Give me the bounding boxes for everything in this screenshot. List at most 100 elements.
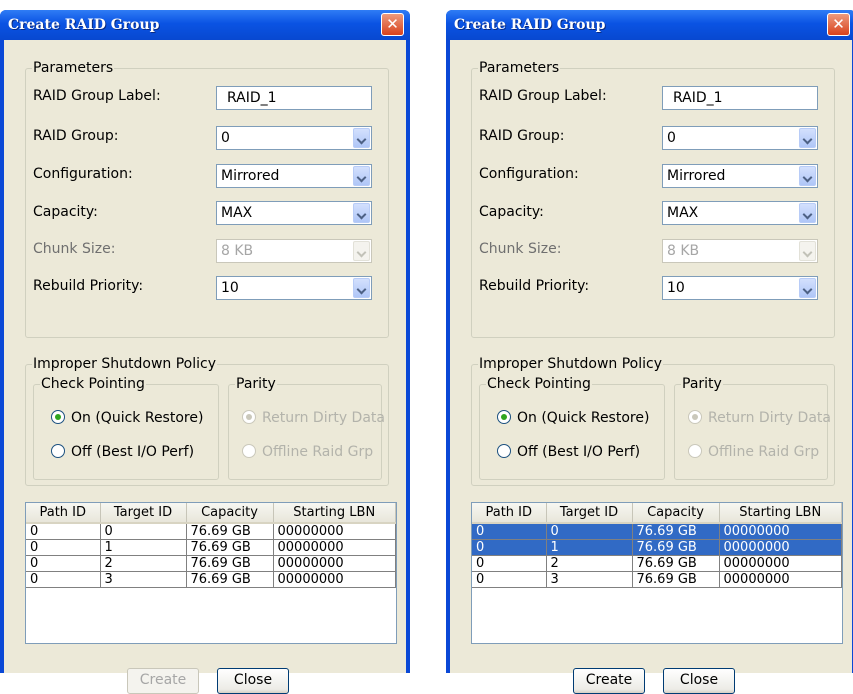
- table-cell: 0: [472, 539, 547, 556]
- table-cell: 76.69 GB: [186, 555, 274, 572]
- capacity-select[interactable]: MAX: [216, 201, 372, 225]
- configuration-value: Mirrored: [221, 168, 280, 184]
- chevron-down-icon[interactable]: [799, 278, 816, 298]
- chevron-down-icon[interactable]: [353, 128, 370, 148]
- parity-group: Parity: [674, 376, 828, 480]
- close-button[interactable]: Close: [663, 668, 735, 694]
- radio-icon: [242, 444, 256, 458]
- raid-group-label-label: RAID Group Label:: [479, 88, 607, 104]
- configuration-select[interactable]: Mirrored: [662, 164, 818, 188]
- raid-group-label-input[interactable]: RAID_1: [216, 86, 372, 110]
- raid-group-value: 0: [221, 130, 230, 146]
- table-row[interactable]: 0 2 76.69 GB 00000000: [472, 555, 842, 572]
- raid-group-value: 0: [667, 130, 676, 146]
- create-button[interactable]: Create: [573, 668, 645, 694]
- rebuild-priority-value: 10: [221, 280, 239, 296]
- column-header-path-id[interactable]: Path ID: [472, 503, 547, 524]
- table-cell: 0: [100, 523, 187, 540]
- configuration-value: Mirrored: [667, 168, 726, 184]
- check-pointing-group: Check Pointing: [33, 376, 219, 480]
- table-cell: 00000000: [273, 539, 396, 556]
- shutdown-policy-legend: Improper Shutdown Policy: [33, 356, 216, 372]
- raid-group-select[interactable]: 0: [662, 126, 818, 150]
- column-header-starting-lbn[interactable]: Starting LBN: [719, 503, 842, 524]
- column-header-starting-lbn[interactable]: Starting LBN: [273, 503, 396, 524]
- table-cell: 76.69 GB: [186, 539, 274, 556]
- configuration-label: Configuration:: [33, 166, 133, 182]
- table-cell: 76.69 GB: [632, 555, 720, 572]
- table-cell: 00000000: [719, 571, 842, 588]
- table-cell: 0: [546, 523, 633, 540]
- radio-icon: [497, 444, 511, 458]
- shutdown-policy-legend: Improper Shutdown Policy: [479, 356, 662, 372]
- check-on-radio[interactable]: On (Quick Restore): [51, 410, 203, 426]
- table-row[interactable]: 0 1 76.69 GB 00000000: [26, 539, 396, 556]
- table-cell: 76.69 GB: [632, 571, 720, 588]
- rebuild-priority-label: Rebuild Priority:: [479, 278, 590, 294]
- table-cell: 0: [26, 539, 101, 556]
- radio-selected-icon: [497, 410, 511, 424]
- rebuild-priority-select[interactable]: 10: [662, 276, 818, 300]
- check-pointing-group: Check Pointing: [479, 376, 665, 480]
- table-cell: 76.69 GB: [186, 523, 274, 540]
- column-header-target-id[interactable]: Target ID: [100, 503, 187, 524]
- chunk-size-label: Chunk Size:: [33, 241, 116, 257]
- check-pointing-legend: Check Pointing: [487, 376, 591, 392]
- create-raid-group-dialog-2: Create RAID Group ✕ Parameters RAID Grou…: [446, 10, 853, 694]
- check-on-label: On (Quick Restore): [517, 410, 650, 426]
- table-row[interactable]: 0 3 76.69 GB 00000000: [26, 571, 396, 588]
- radio-icon: [51, 444, 65, 458]
- capacity-select[interactable]: MAX: [662, 201, 818, 225]
- chunk-size-label: Chunk Size:: [479, 241, 562, 257]
- table-row[interactable]: 0 0 76.69 GB 00000000: [472, 523, 842, 540]
- chevron-down-icon[interactable]: [353, 278, 370, 298]
- parameters-legend: Parameters: [479, 60, 560, 76]
- close-icon[interactable]: ✕: [381, 13, 404, 36]
- parity-group: Parity: [228, 376, 382, 480]
- chevron-down-icon[interactable]: [799, 166, 816, 186]
- configuration-label: Configuration:: [479, 166, 579, 182]
- chevron-down-icon[interactable]: [353, 203, 370, 223]
- chevron-down-icon: [353, 241, 370, 261]
- table-cell: 0: [472, 571, 547, 588]
- check-off-label: Off (Best I/O Perf): [517, 444, 641, 460]
- rebuild-priority-select[interactable]: 10: [216, 276, 372, 300]
- disk-table[interactable]: Path ID Target ID Capacity Starting LBN …: [471, 502, 843, 644]
- raid-group-label-input[interactable]: RAID_1: [662, 86, 818, 110]
- chevron-down-icon[interactable]: [353, 166, 370, 186]
- chevron-down-icon[interactable]: [799, 128, 816, 148]
- table-cell: 0: [26, 523, 101, 540]
- column-header-path-id[interactable]: Path ID: [26, 503, 101, 524]
- table-cell: 0: [472, 555, 547, 572]
- close-button[interactable]: Close: [217, 668, 289, 694]
- table-row[interactable]: 0 3 76.69 GB 00000000: [472, 571, 842, 588]
- configuration-select[interactable]: Mirrored: [216, 164, 372, 188]
- table-cell: 00000000: [273, 571, 396, 588]
- table-cell: 76.69 GB: [632, 539, 720, 556]
- table-cell: 3: [546, 571, 633, 588]
- chevron-down-icon[interactable]: [799, 203, 816, 223]
- radio-selected-icon: [688, 410, 702, 424]
- title-bar[interactable]: Create RAID Group ✕: [0, 10, 410, 40]
- column-header-capacity[interactable]: Capacity: [186, 503, 274, 524]
- raid-group-label: RAID Group:: [479, 128, 565, 144]
- chevron-down-icon: [799, 241, 816, 261]
- table-cell: 76.69 GB: [186, 571, 274, 588]
- check-on-radio[interactable]: On (Quick Restore): [497, 410, 649, 426]
- column-header-target-id[interactable]: Target ID: [546, 503, 633, 524]
- parity-offline-label: Offline Raid Grp: [708, 444, 820, 460]
- create-raid-group-dialog-1: Create RAID Group ✕ Parameters RAID Grou…: [0, 10, 410, 694]
- disk-table[interactable]: Path ID Target ID Capacity Starting LBN …: [25, 502, 397, 644]
- table-cell: 00000000: [719, 523, 842, 540]
- check-off-radio[interactable]: Off (Best I/O Perf): [497, 444, 640, 460]
- table-row[interactable]: 0 2 76.69 GB 00000000: [26, 555, 396, 572]
- table-row[interactable]: 0 0 76.69 GB 00000000: [26, 523, 396, 540]
- table-cell: 2: [100, 555, 187, 572]
- column-header-capacity[interactable]: Capacity: [632, 503, 720, 524]
- close-icon[interactable]: ✕: [827, 13, 850, 36]
- check-off-radio[interactable]: Off (Best I/O Perf): [51, 444, 194, 460]
- title-bar[interactable]: Create RAID Group ✕: [446, 10, 853, 40]
- table-row[interactable]: 0 1 76.69 GB 00000000: [472, 539, 842, 556]
- capacity-label: Capacity:: [479, 204, 544, 220]
- raid-group-select[interactable]: 0: [216, 126, 372, 150]
